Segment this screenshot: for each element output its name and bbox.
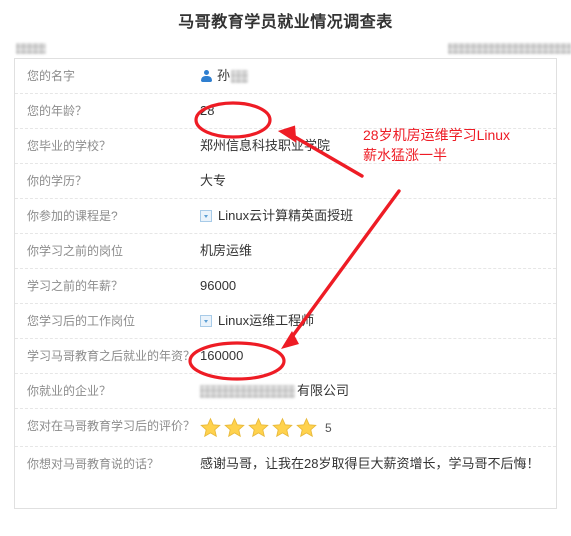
row-label: 你就业的企业？: [27, 384, 112, 398]
row-value: Linux云计算精英面授班: [200, 199, 556, 233]
row-label: 您的年龄？: [27, 104, 88, 118]
table-row: 学习马哥教育之后就业的年资？ 160000: [15, 339, 556, 374]
row-label: 你的学历？: [27, 174, 88, 188]
table-row: 您对在马哥教育学习后的评价？ 5: [15, 409, 556, 447]
row-label: 你参加的课程是?: [27, 209, 118, 223]
row-label: 你学习之前的岗位: [27, 244, 124, 258]
row-value: 机房运维: [200, 243, 253, 258]
row-label: 您的名字: [27, 69, 76, 83]
chevron-down-icon[interactable]: [200, 210, 212, 222]
table-row: 您学习后的工作岗位 Linux运维工程师: [15, 304, 556, 339]
course-value: Linux云计算精英面授班: [218, 208, 354, 223]
table-row: 您的年龄？ 28: [15, 94, 556, 129]
row-label: 您对在马哥教育学习后的评价？: [27, 419, 196, 433]
table-row: 你就业的企业？ 有限公司: [15, 374, 556, 409]
row-label: 你想对马哥教育说的话？: [27, 457, 160, 471]
person-icon: [200, 69, 212, 83]
star-icon[interactable]: [272, 417, 293, 438]
row-value: 有限公司: [200, 374, 556, 408]
rating-value: 5: [325, 420, 332, 435]
rating-stars[interactable]: [200, 417, 320, 438]
student-name: 孙: [217, 68, 231, 83]
page-title: 马哥教育学员就业情况调查表: [178, 14, 393, 31]
redacted-name-chars: [231, 69, 249, 83]
star-icon[interactable]: [296, 417, 317, 438]
row-label: 学习马哥教育之后就业的年资？: [27, 349, 196, 363]
table-row: 你学习之前的岗位 机房运维: [15, 234, 556, 269]
row-value: 96000: [200, 278, 237, 293]
redacted-header-strip: [0, 40, 571, 58]
table-row: 你想对马哥教育说的话？ 感谢马哥，让我在28岁取得巨大薪资增长，学马哥不后悔！: [15, 447, 556, 509]
row-value: Linux运维工程师: [200, 304, 556, 338]
row-value: 5: [200, 409, 556, 446]
table-row: 你的学历？ 大专: [15, 164, 556, 199]
company-suffix: 有限公司: [297, 383, 350, 398]
job-title-value: Linux运维工程师: [218, 313, 315, 328]
table-row: 学习之前的年薪？ 96000: [15, 269, 556, 304]
row-value: 孙: [200, 59, 556, 93]
row-label: 您毕业的学校？: [27, 139, 112, 153]
star-icon[interactable]: [224, 417, 245, 438]
row-value: 28: [200, 103, 215, 118]
row-label: 您学习后的工作岗位: [27, 314, 136, 328]
annotation-text: 28岁机房运维学习Linux 薪水猛涨一半: [363, 127, 511, 163]
row-value: 大专: [200, 173, 227, 188]
redacted-meta-left: [16, 43, 46, 54]
row-label: 学习之前的年薪？: [27, 279, 124, 293]
row-value: 感谢马哥，让我在28岁取得巨大薪资增长，学马哥不后悔！: [200, 456, 540, 471]
table-row: 您的名字 孙: [15, 59, 556, 94]
redacted-company-name: [200, 384, 295, 398]
star-icon[interactable]: [200, 417, 221, 438]
star-icon[interactable]: [248, 417, 269, 438]
chevron-down-icon[interactable]: [200, 315, 212, 327]
table-row: 你参加的课程是? Linux云计算精英面授班: [15, 199, 556, 234]
redacted-meta-right: [448, 43, 571, 54]
survey-page: 马哥教育学员就业情况调查表 您的名字 孙 您的年龄？ 28 您毕业的学校？ 郑州…: [0, 0, 571, 536]
row-value: 160000: [200, 348, 244, 363]
